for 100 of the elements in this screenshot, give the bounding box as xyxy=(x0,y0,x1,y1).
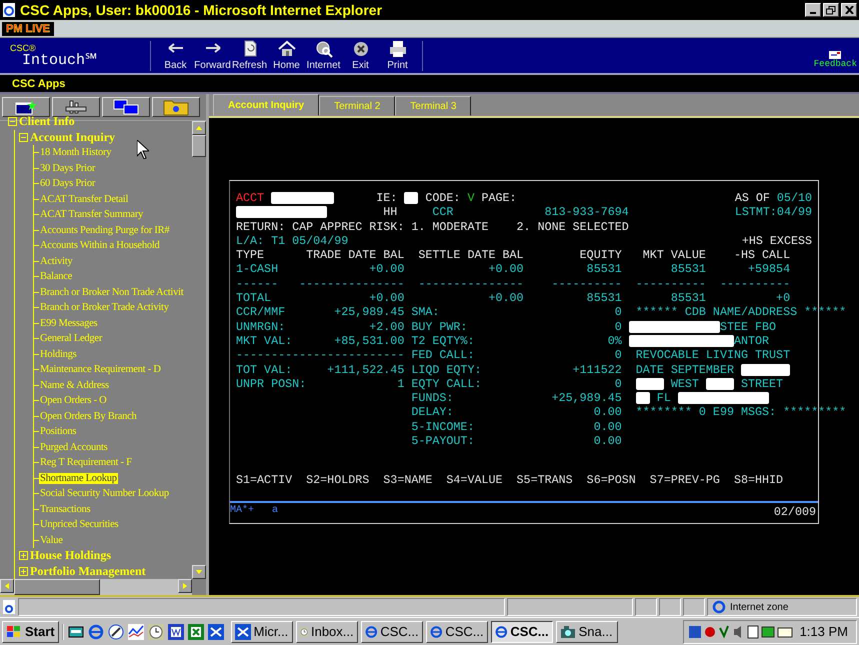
tree-item[interactable]: Social Security Number Lookup xyxy=(39,488,170,500)
terminal-text: RETURN: CAP APPREC RISK: 1. MODERATE 2. NONE SELECTED xyxy=(236,220,629,234)
expand-icon[interactable] xyxy=(19,566,28,576)
sidebar-tool-button[interactable] xyxy=(2,97,50,117)
browser-icon[interactable] xyxy=(364,624,378,640)
close-button[interactable] xyxy=(841,3,857,17)
tree-item[interactable]: ACAT Transfer Summary xyxy=(39,209,144,220)
taskbar-button[interactable]: CSC... xyxy=(360,620,423,642)
tree-item[interactable]: Branch or Broker Trade Activity xyxy=(39,302,170,314)
terminal-text: FUNDS: +25,989.45 xyxy=(410,391,623,406)
scroll-thumb[interactable] xyxy=(14,579,100,595)
tab[interactable]: Terminal 3 xyxy=(395,96,472,116)
browser-icon[interactable] xyxy=(430,624,442,640)
sidebar-tool-button[interactable] xyxy=(152,97,200,117)
tree-item[interactable]: Positions xyxy=(39,426,78,438)
globe-icon xyxy=(712,600,726,614)
terminal-text: HH xyxy=(382,205,398,220)
minimize-button[interactable] xyxy=(805,3,821,17)
tree-item[interactable]: Reg T Requirement - F xyxy=(39,457,133,468)
terminal-text: ANTOR xyxy=(734,334,770,348)
collapse-icon[interactable] xyxy=(8,117,17,126)
function-key-legend: S1=ACTIV S2=HOLDRS S3=NAME S4=VALUE S5=TRANS S6=POSN S7=PREV-PG S8=HHID xyxy=(236,473,812,487)
tree-item[interactable]: Shortname Lookup xyxy=(39,472,118,484)
tree-folder[interactable]: Client Info xyxy=(19,114,75,130)
toolbar-button[interactable]: Exit xyxy=(342,40,379,71)
folder-icon xyxy=(163,98,189,116)
tree-item[interactable]: ACAT Transfer Detail xyxy=(39,194,130,205)
tab[interactable]: Account Inquiry xyxy=(213,94,320,116)
tree-item[interactable]: 60 Days Prior xyxy=(39,178,96,190)
tree-item[interactable]: Holdings xyxy=(39,348,78,360)
down-arrow-icon xyxy=(196,570,202,574)
tree-item[interactable]: 18 Month History xyxy=(39,147,112,158)
taskbar-button[interactable]: CSC... xyxy=(426,620,488,642)
tray-icons-drawing[interactable] xyxy=(688,624,794,640)
terminal-text: CCR/MMF +25,989.45 SMA: 0 ****** CDB NAME/ADDRESS ****** xyxy=(236,305,846,320)
desktop-icon[interactable] xyxy=(68,624,84,640)
terminal-text: LSTMT:04/99 xyxy=(734,205,812,220)
document-icon[interactable] xyxy=(168,624,184,640)
tree-item[interactable]: E99 Messages xyxy=(39,318,98,329)
tree-item[interactable]: 30 Days Prior xyxy=(39,162,96,174)
tree-item[interactable]: Accounts Within a Household xyxy=(39,240,160,252)
status-panel xyxy=(659,598,681,616)
terminal-text: CCR xyxy=(432,205,454,220)
tree-folder[interactable]: Portfolio Management xyxy=(30,564,146,579)
tree-item[interactable]: Name & Address xyxy=(39,380,110,391)
chart-icon[interactable] xyxy=(128,624,144,640)
sidebar-tool-button[interactable] xyxy=(52,97,100,117)
up-arrow-icon xyxy=(196,126,202,130)
brand-name: Intouch℠ xyxy=(21,52,98,68)
toolbar-button[interactable]: Forward xyxy=(194,40,231,71)
tree-item[interactable]: Accounts Pending Purge for IR# xyxy=(39,224,170,236)
terminal-text: TYPE TRADE DATE BAL SETTLE DATE BAL EQUITY MKT VALUE -HS CALL xyxy=(236,248,790,262)
toolbar-button[interactable]: Internet xyxy=(305,40,342,71)
terminal-text: L/A: T1 05/04/99 xyxy=(236,234,348,248)
tree-item[interactable]: Open Orders - O xyxy=(39,395,108,406)
taskbar-button[interactable]: CSC... xyxy=(490,620,553,642)
tree-item[interactable]: Branch or Broker Non Trade Activit xyxy=(39,286,184,298)
scroll-thumb[interactable] xyxy=(192,135,206,157)
restore-button[interactable] xyxy=(823,3,839,17)
terminal-text: AS OF xyxy=(734,191,771,206)
tree-item[interactable]: General Ledger xyxy=(39,333,104,344)
status-panel xyxy=(635,598,657,616)
toolbar-button[interactable]: Home xyxy=(268,40,305,71)
monitors-icon xyxy=(113,99,139,115)
browser-page-icon xyxy=(2,2,16,18)
start-button[interactable]: Start xyxy=(2,620,59,642)
tree-item[interactable]: Transactions xyxy=(39,504,92,515)
toolbar-button[interactable]: Back xyxy=(157,40,194,71)
terminal-text: 5-PAYOUT: 0.00 xyxy=(410,434,622,448)
taskbar-button[interactable]: Inbox... xyxy=(296,620,358,642)
tab[interactable]: Terminal 2 xyxy=(319,96,396,116)
spreadsheet-icon[interactable] xyxy=(188,624,204,640)
tree-folder[interactable]: House Holdings xyxy=(30,548,112,564)
status-panel xyxy=(683,598,705,616)
tree-folder[interactable]: Account Inquiry xyxy=(30,130,116,145)
clock-icon[interactable] xyxy=(148,624,164,640)
camera-icon[interactable] xyxy=(560,624,576,640)
browser-icon[interactable] xyxy=(88,624,104,640)
tree-item[interactable]: Open Orders By Branch xyxy=(39,410,138,422)
tree-item[interactable]: Purged Accounts xyxy=(39,442,109,453)
terminal-text: STEE FBO xyxy=(720,320,776,334)
home-icon xyxy=(278,40,296,58)
taskbar-button[interactable]: Sna... xyxy=(556,620,618,642)
terminal-text: ------ --------------- --------------- ---------- ---------- ---------- xyxy=(236,276,790,292)
horizontal-scrollbar[interactable] xyxy=(0,579,192,595)
tree-item[interactable]: Value xyxy=(39,534,64,546)
toolbar-button[interactable]: Refresh xyxy=(231,40,268,71)
collapse-icon[interactable] xyxy=(19,132,28,142)
toolbar-button[interactable]: Print xyxy=(379,40,416,71)
tree-item[interactable]: Balance xyxy=(39,271,74,282)
taskbar-button[interactable]: Micr... xyxy=(230,620,293,642)
sidebar-tool-button[interactable] xyxy=(102,97,150,117)
feedback-button[interactable]: Feedback xyxy=(814,50,859,68)
tree-item[interactable]: Activity xyxy=(39,256,74,267)
redaction-block xyxy=(404,192,418,204)
browser-icon[interactable] xyxy=(494,624,508,640)
expand-icon[interactable] xyxy=(19,551,28,560)
tree-item[interactable]: Unpriced Securities xyxy=(39,519,120,530)
tree-item[interactable]: Maintenance Requirement - D xyxy=(39,364,162,376)
terminal-status: MA*+ a xyxy=(230,505,278,518)
